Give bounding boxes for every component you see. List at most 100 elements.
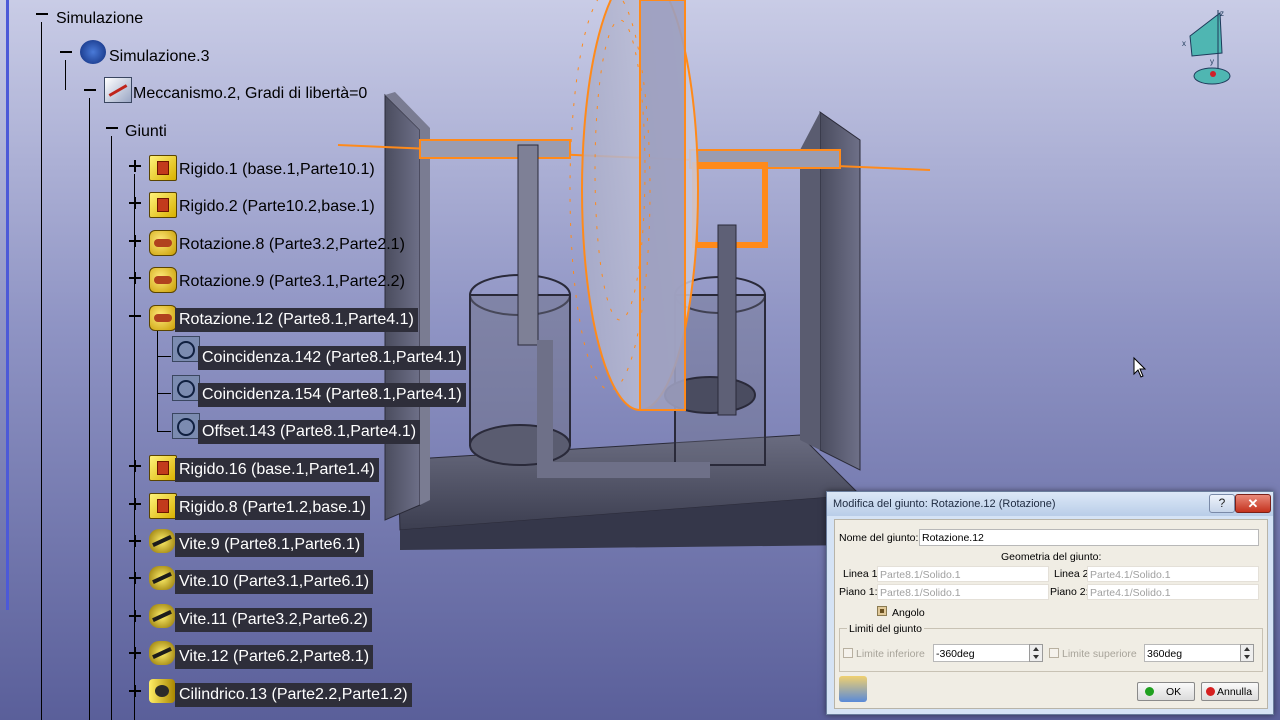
line2-field[interactable]: Parte4.1/Solido.1 [1087, 566, 1259, 582]
tree-connector [89, 98, 90, 720]
expand-icon[interactable] [127, 570, 143, 586]
joint-geometry-label: Geometria del giunto: [1001, 551, 1102, 563]
tree-item-joint[interactable]: Rotazione.8 (Parte3.2,Parte2.1) [175, 233, 409, 257]
compass-x-label: x [1182, 39, 1186, 48]
plane2-label: Piano 2: [1050, 586, 1089, 598]
close-button[interactable]: ✕ [1235, 494, 1271, 513]
tree-item-simulation[interactable]: Simulazione.3 [105, 45, 214, 69]
dialog-titlebar[interactable]: Modifica del giunto: Rotazione.12 (Rotaz… [827, 492, 1273, 516]
compass-icon[interactable]: z x y [1180, 8, 1240, 88]
revolute-joint-icon [149, 230, 177, 256]
coincidence-constraint-icon [172, 336, 200, 362]
line2-label: Linea 2: [1054, 568, 1092, 580]
compass-y-label: y [1210, 57, 1214, 66]
revolute-joint-icon [149, 267, 177, 293]
screw-joint-icon [149, 641, 175, 665]
expand-icon[interactable] [127, 195, 143, 211]
expand-icon[interactable] [127, 496, 143, 512]
joint-limits-label: Limiti del giunto [847, 623, 924, 635]
collapse-icon[interactable] [82, 82, 98, 98]
lower-limit-field[interactable]: -360deg [933, 644, 1033, 662]
tree-item-mechanism[interactable]: Meccanismo.2, Gradi di libertà=0 [129, 82, 371, 106]
expand-icon[interactable] [127, 683, 143, 699]
plane1-label: Piano 1: [839, 586, 878, 598]
lower-limit-spinner[interactable] [1029, 644, 1043, 662]
plane2-field[interactable]: Parte4.1/Solido.1 [1087, 584, 1259, 600]
ok-icon [1145, 687, 1154, 696]
cylindrical-joint-icon [149, 679, 175, 703]
offset-constraint-icon [172, 413, 200, 439]
line1-field[interactable]: Parte8.1/Solido.1 [877, 566, 1049, 582]
upper-limit-spinner[interactable] [1240, 644, 1254, 662]
rigid-joint-icon [149, 455, 177, 481]
help-button[interactable]: ? [1209, 494, 1235, 513]
cancel-button[interactable]: Annulla [1201, 682, 1259, 701]
tree-connector [157, 356, 171, 357]
rigid-joint-icon [149, 493, 177, 519]
mouse-cursor [1133, 356, 1147, 378]
expand-icon[interactable] [127, 645, 143, 661]
angle-label: Angolo [892, 607, 925, 619]
coincidence-constraint-icon [172, 375, 200, 401]
tree-item-joints[interactable]: Giunti [121, 120, 171, 144]
rigid-joint-icon [149, 192, 177, 218]
expand-icon[interactable] [127, 458, 143, 474]
compass-z-label: z [1220, 9, 1224, 18]
tree-item-constraint[interactable]: Offset.143 (Parte8.1,Parte4.1) [198, 420, 421, 444]
upper-limit-field[interactable]: 360deg [1144, 644, 1244, 662]
screw-joint-icon [149, 566, 175, 590]
revolute-joint-icon [149, 305, 177, 331]
dialog-preview-icon [839, 676, 867, 702]
collapse-icon[interactable] [58, 44, 74, 60]
tree-item-joint[interactable]: Rigido.8 (Parte1.2,base.1) [175, 496, 370, 520]
screw-joint-icon [149, 604, 175, 628]
tree-item-joint[interactable]: Rigido.1 (base.1,Parte10.1) [175, 158, 379, 182]
line1-label: Linea 1: [843, 568, 881, 580]
tree-item-constraint[interactable]: Coincidenza.154 (Parte8.1,Parte4.1) [198, 383, 466, 407]
tree-connector [157, 393, 171, 394]
expand-icon[interactable] [127, 608, 143, 624]
tree-scrollbar[interactable] [6, 0, 9, 610]
dialog-title: Modifica del giunto: Rotazione.12 (Rotaz… [833, 498, 1056, 510]
dialog-body: Nome del giunto: Rotazione.12 Geometria … [834, 519, 1268, 709]
lower-limit-checkbox[interactable] [843, 648, 853, 658]
tree-item-joint[interactable]: Vite.9 (Parte8.1,Parte6.1) [175, 533, 365, 557]
tree-root-simulazione[interactable]: Simulazione [52, 7, 147, 31]
expand-icon[interactable] [127, 533, 143, 549]
tree-item-joint[interactable]: Cilindrico.13 (Parte2.2,Parte1.2) [175, 683, 412, 707]
cancel-label: Annulla [1217, 686, 1253, 698]
tree-connector [134, 174, 135, 720]
expand-icon[interactable] [127, 233, 143, 249]
cancel-icon [1206, 687, 1215, 696]
tree-item-joint[interactable]: Rotazione.9 (Parte3.1,Parte2.2) [175, 270, 409, 294]
joint-name-label: Nome del giunto: [839, 532, 919, 544]
tree-item-joint-selected[interactable]: Rotazione.12 (Parte8.1,Parte4.1) [175, 308, 418, 332]
angle-checkbox[interactable] [877, 606, 887, 616]
joint-name-field[interactable]: Rotazione.12 [919, 529, 1259, 546]
tree-item-joint[interactable]: Vite.11 (Parte3.2,Parte6.2) [175, 608, 372, 632]
expand-icon[interactable] [127, 158, 143, 174]
tree-item-constraint[interactable]: Coincidenza.142 (Parte8.1,Parte4.1) [198, 346, 466, 370]
simulation-icon [80, 40, 106, 64]
ok-button[interactable]: OK [1137, 682, 1195, 701]
tree-connector [157, 431, 171, 432]
tree-connector [65, 60, 66, 90]
collapse-icon[interactable] [127, 308, 143, 324]
collapse-icon[interactable] [34, 6, 50, 22]
upper-limit-checkbox[interactable] [1049, 648, 1059, 658]
upper-limit-label: Limite superiore [1062, 648, 1137, 660]
plane1-field[interactable]: Parte8.1/Solido.1 [877, 584, 1049, 600]
tree-item-joint[interactable]: Vite.10 (Parte3.1,Parte6.1) [175, 570, 374, 594]
tree-connector [41, 22, 42, 720]
edit-joint-dialog[interactable]: Modifica del giunto: Rotazione.12 (Rotaz… [826, 491, 1274, 715]
tree-item-joint[interactable]: Rigido.16 (base.1,Parte1.4) [175, 458, 379, 482]
lower-limit-label: Limite inferiore [856, 648, 925, 660]
ok-label: OK [1166, 686, 1182, 698]
collapse-icon[interactable] [104, 120, 120, 136]
tree-item-joint[interactable]: Rigido.2 (Parte10.2,base.1) [175, 195, 379, 219]
tree-connector [111, 136, 112, 720]
screw-joint-icon [149, 529, 175, 553]
expand-icon[interactable] [127, 270, 143, 286]
tree-item-joint[interactable]: Vite.12 (Parte6.2,Parte8.1) [175, 645, 374, 669]
mechanism-icon [104, 77, 132, 103]
